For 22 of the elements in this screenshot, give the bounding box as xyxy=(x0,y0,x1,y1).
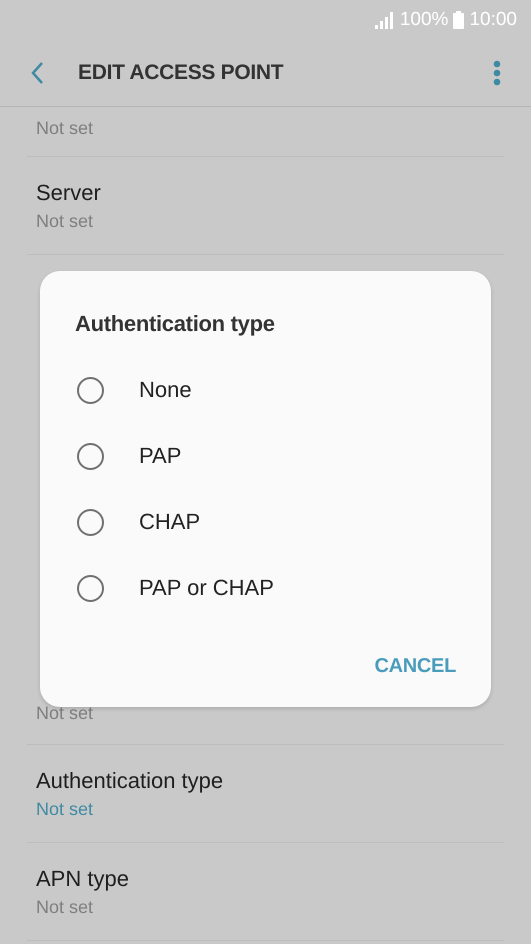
option-label[interactable]: PAP or CHAP xyxy=(139,575,274,601)
option-label[interactable]: PAP xyxy=(139,443,182,469)
signal-icon xyxy=(374,12,395,28)
more-options-icon[interactable] xyxy=(493,60,501,86)
setting-value: Not set xyxy=(36,896,94,918)
option-label[interactable]: None xyxy=(139,377,192,403)
back-icon[interactable] xyxy=(30,61,44,85)
radio-button[interactable] xyxy=(77,508,104,536)
setting-value: Not set xyxy=(36,702,94,725)
setting-value: Not set xyxy=(36,210,94,232)
battery-icon xyxy=(453,11,464,29)
setting-title[interactable]: APN type xyxy=(36,864,495,894)
radio-button[interactable] xyxy=(77,574,104,602)
setting-title[interactable]: Server xyxy=(36,178,495,208)
radio-button[interactable] xyxy=(77,442,104,470)
screen-title: EDIT ACCESS POINT xyxy=(78,61,284,85)
radio-button[interactable] xyxy=(77,376,104,404)
setting-title[interactable]: Authentication type xyxy=(36,766,495,796)
setting-value: Not set xyxy=(36,798,94,820)
setting-value: Not set xyxy=(36,117,94,140)
option-label[interactable]: CHAP xyxy=(139,509,200,535)
dialog-title: Authentication type xyxy=(75,311,276,337)
